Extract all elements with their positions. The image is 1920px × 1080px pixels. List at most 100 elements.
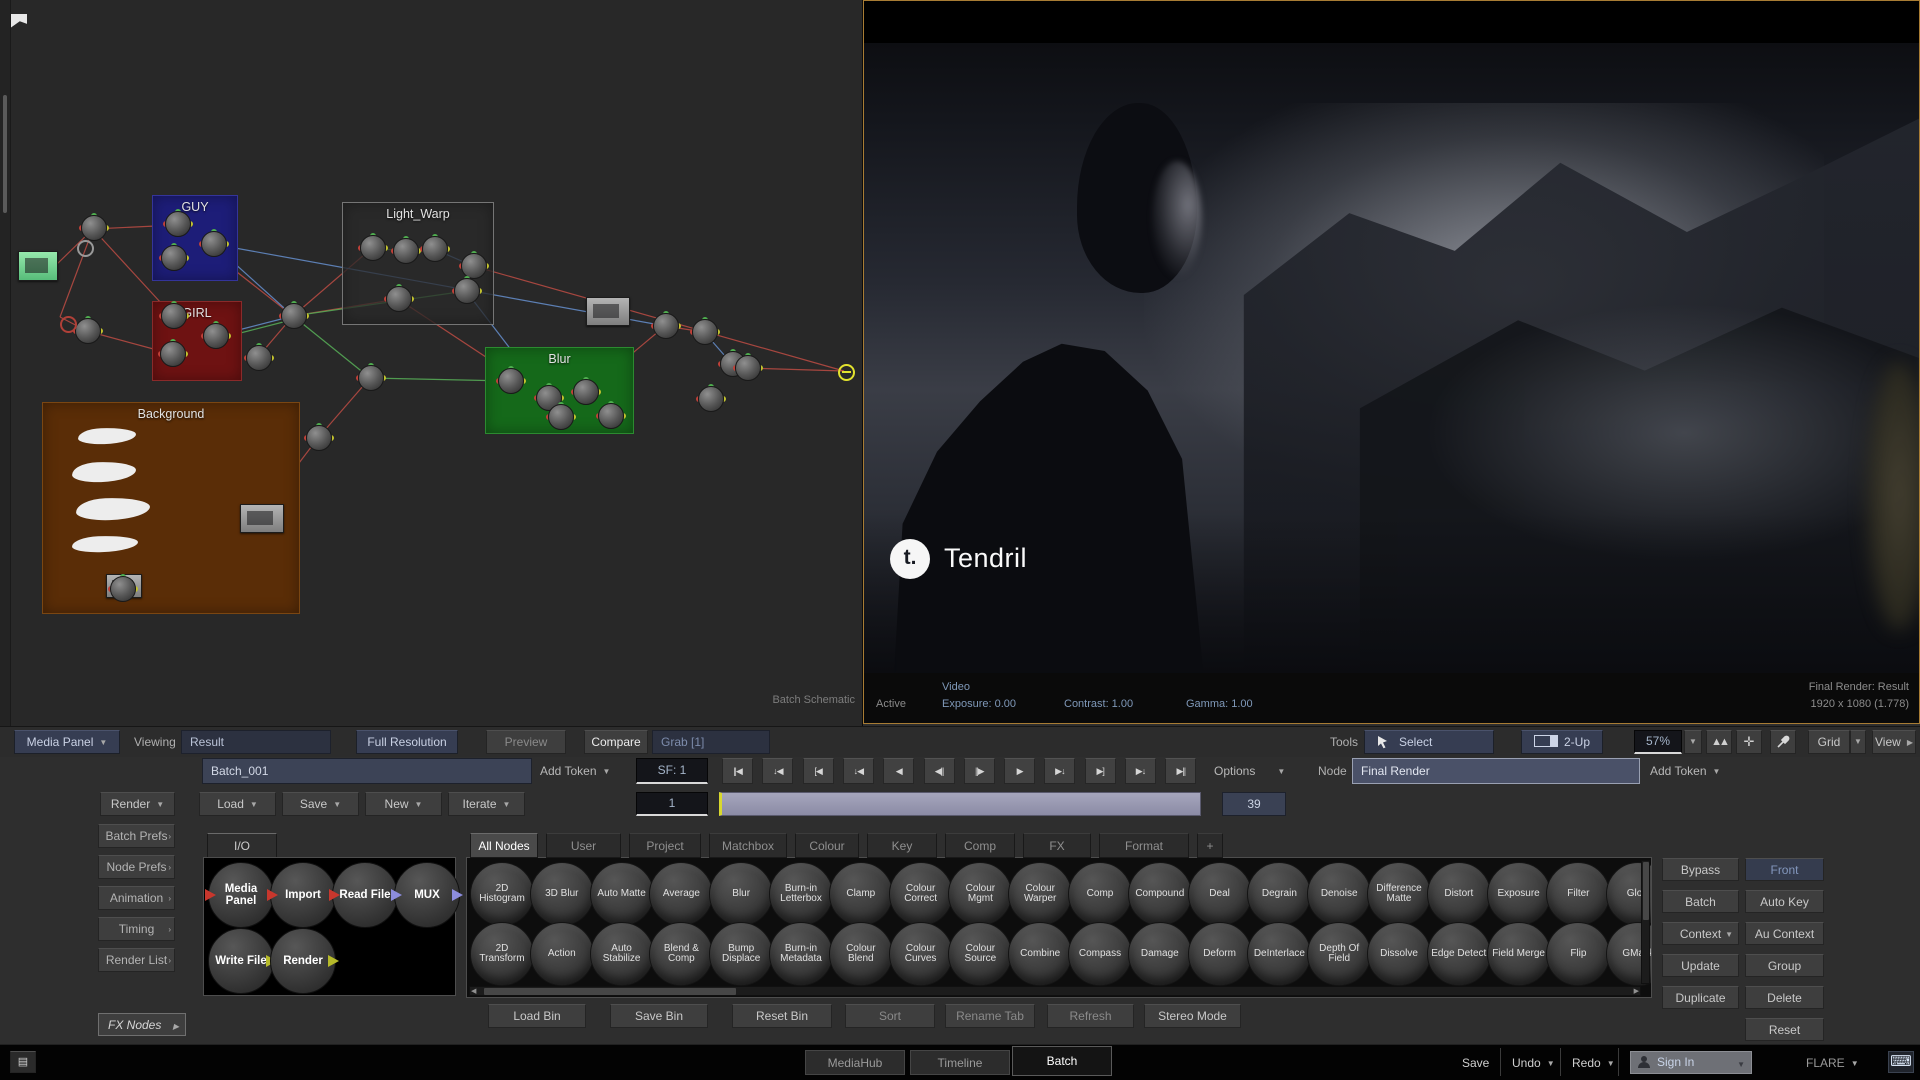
undo-button[interactable]: Undo▼ <box>1512 1056 1555 1070</box>
link-ring[interactable] <box>77 240 94 257</box>
schematic-node[interactable] <box>573 379 599 405</box>
palette-node-depth-of-field[interactable]: Depth Of Field <box>1307 922 1371 986</box>
sort-button[interactable]: Sort <box>845 1004 935 1028</box>
transport-3-button[interactable]: ↓◀ <box>843 758 874 784</box>
palette-hscroll-thumb[interactable] <box>484 988 736 995</box>
palette-vscrollbar[interactable] <box>1641 860 1650 984</box>
workspace-tab-mediahub[interactable]: MediaHub <box>805 1050 905 1075</box>
compare-button[interactable]: Compare <box>584 730 648 754</box>
media-panel-dropdown[interactable]: Media Panel▼ <box>14 730 120 754</box>
io-node-mux[interactable]: MUX <box>394 862 460 928</box>
io-node-write-file[interactable]: Write File <box>208 928 274 994</box>
tab-colour[interactable]: Colour <box>795 833 859 858</box>
palette-node-denoise[interactable]: Denoise <box>1307 862 1371 926</box>
viewport[interactable]: t. Tendril Active Video Exposure: 0.00 C… <box>863 0 1920 724</box>
palette-node-dissolve[interactable]: Dissolve <box>1367 922 1431 986</box>
zoom-level-field[interactable]: 57% <box>1634 730 1682 754</box>
transport-1-button[interactable]: ↓◀ <box>762 758 793 784</box>
palette-node-degrain[interactable]: Degrain <box>1247 862 1311 926</box>
palette-node-auto-matte[interactable]: Auto Matte <box>590 862 654 926</box>
io-node-render[interactable]: Render <box>270 928 336 994</box>
load-bin-button[interactable]: Load Bin <box>488 1004 586 1028</box>
palette-node-average[interactable]: Average <box>649 862 713 926</box>
refresh-button[interactable]: Refresh <box>1047 1004 1134 1028</box>
end-frame-field[interactable]: 39 <box>1222 792 1286 816</box>
batch-name-field[interactable]: Batch_001 <box>202 758 532 784</box>
schematic-node[interactable] <box>422 236 448 262</box>
right-duplicate-button[interactable]: Duplicate <box>1662 986 1739 1009</box>
schematic-node[interactable] <box>498 368 524 394</box>
transport-11-button[interactable]: ▶|| <box>1165 758 1196 784</box>
io-node-media-panel[interactable]: Media Panel <box>208 862 274 928</box>
palette-node-blur[interactable]: Blur <box>709 862 773 926</box>
schematic-node[interactable] <box>358 365 384 391</box>
sidebar-item-render-list[interactable]: Render List› <box>98 948 175 972</box>
palette-hscrollbar[interactable]: ◀ ▶ <box>469 986 1641 996</box>
transport-2-button[interactable]: [◀ <box>803 758 834 784</box>
clip-node[interactable] <box>18 251 58 281</box>
palette-node-exposure[interactable]: Exposure <box>1487 862 1551 926</box>
palette-node-colour-warper[interactable]: Colour Warper <box>1008 862 1072 926</box>
palette-node-colour-correct[interactable]: Colour Correct <box>889 862 953 926</box>
schematic-node[interactable] <box>75 318 101 344</box>
scroll-right-icon[interactable]: ▶ <box>1634 988 1639 996</box>
right-front-button[interactable]: Front <box>1745 858 1824 881</box>
context-indicator-icon[interactable] <box>838 364 855 381</box>
canvas-scrollbar[interactable] <box>0 0 11 726</box>
palette-node-comp[interactable]: Comp <box>1068 862 1132 926</box>
palette-node-flip[interactable]: Flip <box>1546 922 1610 986</box>
schematic-node[interactable] <box>653 313 679 339</box>
palette-node-colour-curves[interactable]: Colour Curves <box>889 922 953 986</box>
palette-node-deform[interactable]: Deform <box>1188 922 1252 986</box>
link-ring[interactable] <box>60 316 77 333</box>
redo-button[interactable]: Redo▼ <box>1572 1056 1615 1070</box>
batch-schematic-canvas[interactable]: GUYGIRLLight_WarpBlurBackground Batch Sc… <box>0 0 863 726</box>
schematic-node[interactable] <box>454 278 480 304</box>
node-name-field[interactable]: Final Render <box>1352 758 1640 784</box>
right-update-button[interactable]: Update <box>1662 954 1739 977</box>
tab-all-nodes[interactable]: All Nodes <box>470 833 538 858</box>
transport-10-button[interactable]: ▶↓ <box>1125 758 1156 784</box>
palette-node-colour-mgmt[interactable]: Colour Mgmt <box>948 862 1012 926</box>
render-button[interactable]: Render▼ <box>100 792 175 816</box>
node-add-token-button[interactable]: Add Token▼ <box>1650 764 1720 778</box>
workspace-tab-timeline[interactable]: Timeline <box>910 1050 1010 1075</box>
save-button[interactable]: Save▼ <box>282 792 359 816</box>
tab-format[interactable]: Format <box>1099 833 1189 858</box>
view-menu-button[interactable]: View▶ <box>1872 730 1916 754</box>
add-tab-button[interactable]: + <box>1197 833 1223 858</box>
start-frame-field[interactable]: SF: 1 <box>636 758 708 784</box>
palette-node-damage[interactable]: Damage <box>1128 922 1192 986</box>
palette-node-colour-source[interactable]: Colour Source <box>948 922 1012 986</box>
transport-6-button[interactable]: ||▶ <box>964 758 995 784</box>
two-up-layout-button[interactable]: 2-Up <box>1521 730 1603 754</box>
palette-vscroll-thumb[interactable] <box>1643 862 1649 920</box>
zoom-dropdown[interactable]: ▼ <box>1684 730 1702 754</box>
tab-user[interactable]: User <box>546 833 621 858</box>
save-menu-button[interactable]: Save <box>1462 1056 1489 1070</box>
schematic-node[interactable] <box>360 235 386 261</box>
schematic-node[interactable] <box>161 245 187 271</box>
palette-node-burn-in-metadata[interactable]: Burn-in Metadata <box>769 922 833 986</box>
palette-node-colour-blend[interactable]: Colour Blend <box>829 922 893 986</box>
transport-9-button[interactable]: ▶] <box>1085 758 1116 784</box>
io-node-read-file[interactable]: Read File <box>332 862 398 928</box>
save-bin-button[interactable]: Save Bin <box>610 1004 708 1028</box>
schematic-node[interactable] <box>598 403 624 429</box>
keyboard-icon[interactable]: ⌨ <box>1888 1051 1914 1073</box>
schematic-node[interactable] <box>548 404 574 430</box>
palette-node-bump-displace[interactable]: Bump Displace <box>709 922 773 986</box>
grid-button[interactable]: Grid <box>1808 730 1850 754</box>
palette-node-deinterlace[interactable]: DeInterlace <box>1247 922 1311 986</box>
fit-view-icon[interactable]: ▲▲ <box>1706 730 1732 754</box>
transport-7-button[interactable]: ▶ <box>1004 758 1035 784</box>
flare-menu-button[interactable]: FLARE▼ <box>1806 1056 1859 1070</box>
iterate-button[interactable]: Iterate▼ <box>448 792 525 816</box>
rename-tab-button[interactable]: Rename Tab <box>945 1004 1035 1028</box>
workspace-tab-batch[interactable]: Batch <box>1012 1046 1112 1076</box>
tab-key[interactable]: Key <box>867 833 937 858</box>
palette-node-3d-blur[interactable]: 3D Blur <box>530 862 594 926</box>
palette-node-deal[interactable]: Deal <box>1188 862 1252 926</box>
schematic-node[interactable] <box>246 345 272 371</box>
sidebar-item-animation[interactable]: Animation› <box>98 886 175 910</box>
